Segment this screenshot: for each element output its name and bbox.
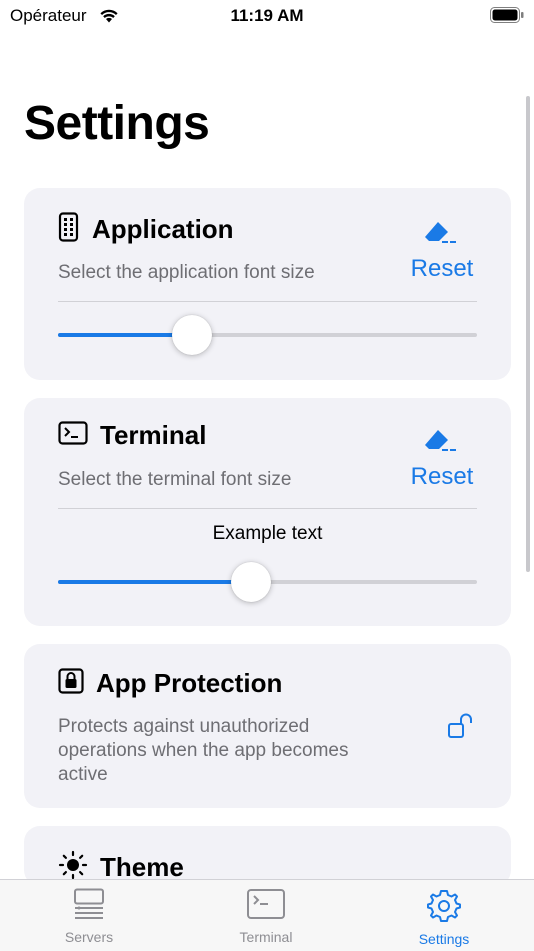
status-bar: Opérateur 11:19 AM [0, 0, 534, 34]
battery-icon [490, 7, 524, 28]
theme-card[interactable]: Theme [24, 826, 511, 886]
terminal-title: Terminal [100, 420, 207, 450]
eraser-icon [424, 222, 460, 250]
terminal-subtitle: Select the terminal font size [58, 469, 292, 490]
unlock-icon [447, 713, 477, 744]
lock-icon [58, 668, 84, 699]
tab-terminal[interactable]: Terminal [206, 888, 326, 945]
eraser-icon [424, 430, 460, 458]
tab-servers-label: Servers [64, 929, 114, 945]
terminal-icon [246, 889, 286, 924]
tab-servers[interactable]: Servers [29, 888, 149, 945]
application-subtitle: Select the application font size [58, 262, 315, 283]
terminal-card: Terminal Select the terminal font size R… [24, 398, 511, 626]
page-title: Settings [24, 97, 210, 150]
application-font-slider[interactable] [58, 315, 477, 355]
slider-fill [58, 580, 251, 584]
clock: 11:19 AM [230, 6, 304, 25]
terminal-reset-button[interactable]: Reset [407, 428, 477, 491]
terminal-header: Terminal [58, 420, 206, 451]
app-protection-title: App Protection [96, 668, 283, 698]
phone-icon [58, 212, 80, 247]
application-reset-label: Reset [410, 255, 474, 282]
application-reset-button[interactable]: Reset [407, 220, 477, 283]
tab-terminal-label: Terminal [239, 929, 293, 945]
tab-bar: Servers Terminal Settings [0, 879, 534, 951]
divider [58, 508, 477, 509]
unlock-toggle-button[interactable] [447, 712, 477, 745]
application-card: Application Select the application font … [24, 188, 511, 380]
app-protection-card[interactable]: App Protection Protects against unauthor… [24, 644, 511, 808]
example-text: Example text [212, 523, 323, 544]
application-header: Application [58, 212, 234, 247]
gear-icon [427, 890, 461, 926]
app-protection-description: Protects against unauthorized operations… [58, 716, 349, 785]
terminal-reset-label: Reset [410, 463, 474, 490]
slider-thumb[interactable] [230, 562, 271, 602]
app-protection-header: App Protection [58, 668, 282, 699]
scroll-indicator[interactable] [526, 96, 530, 572]
tab-settings-label: Settings [418, 931, 470, 947]
terminal-prompt-icon [58, 421, 88, 450]
divider [58, 301, 477, 302]
slider-thumb[interactable] [172, 315, 213, 355]
application-title: Application [92, 214, 234, 244]
terminal-font-slider[interactable] [58, 562, 477, 602]
tab-settings[interactable]: Settings [384, 888, 504, 947]
servers-icon [72, 888, 106, 924]
